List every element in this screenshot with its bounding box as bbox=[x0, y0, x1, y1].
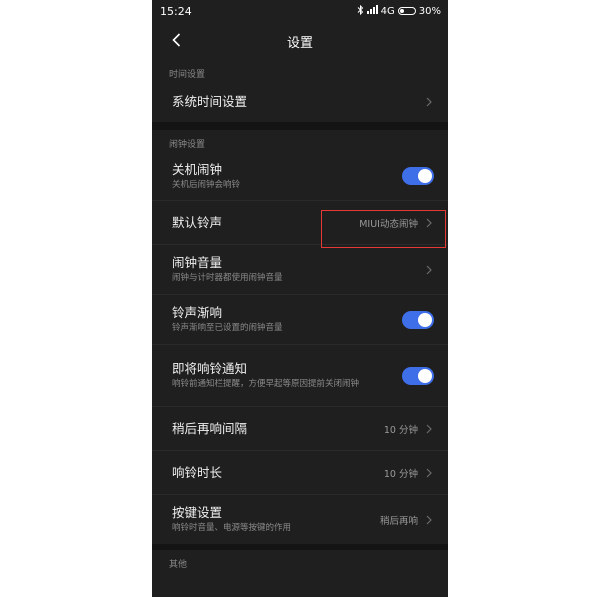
chevron-right-icon bbox=[426, 96, 434, 108]
row-value: 稍后再响 bbox=[379, 515, 418, 527]
row-text: 稍后再响间隔 bbox=[172, 421, 384, 437]
row-subtitle: 闹钟与计时器都使用闹钟音量 bbox=[172, 273, 283, 283]
row-title: 稍后再响间隔 bbox=[172, 420, 248, 436]
upcoming-alarm-notification-toggle[interactable] bbox=[402, 366, 434, 385]
toggle-knob bbox=[418, 312, 432, 327]
back-arrow-icon[interactable] bbox=[166, 30, 186, 50]
row-title: 响铃时长 bbox=[172, 464, 223, 480]
row-upcoming-alarm-notification[interactable]: 即将响铃通知 响铃前通知栏提醒，方便早起等原因提前关闭闹钟 bbox=[152, 344, 448, 406]
row-title: 按键设置 bbox=[172, 505, 223, 520]
battery-fill bbox=[399, 9, 404, 13]
chevron-right-icon bbox=[426, 514, 434, 526]
power-off-alarm-toggle[interactable] bbox=[402, 167, 434, 185]
highlight-box bbox=[321, 210, 446, 248]
section-divider bbox=[152, 122, 448, 130]
page-title: 设置 bbox=[286, 35, 313, 51]
row-text: 铃声渐响 铃声渐响至已设置的闹钟音量 bbox=[172, 305, 402, 334]
row-ring-duration[interactable]: 响铃时长 10 分钟 bbox=[152, 450, 448, 494]
signal-icon bbox=[366, 5, 378, 17]
battery-icon bbox=[397, 7, 416, 15]
row-value: 10 分钟 bbox=[383, 424, 418, 436]
row-power-off-alarm[interactable]: 关机闹钟 关机后闹钟会响铃 bbox=[152, 152, 448, 200]
chevron-right-icon bbox=[426, 423, 434, 435]
ringtone-crescendo-toggle[interactable] bbox=[402, 310, 434, 329]
network-type: 4G bbox=[380, 5, 395, 17]
row-snooze-interval[interactable]: 稍后再响间隔 10 分钟 bbox=[152, 406, 448, 450]
phone-screen: 15:24 4G 30% 设置 时间设置 系统时间设置 闹钟设置 关机闹钟 关机… bbox=[152, 0, 448, 597]
chevron-right-icon bbox=[426, 264, 434, 276]
section-label-other: 其他 bbox=[169, 560, 188, 570]
row-alarm-volume[interactable]: 闹钟音量 闹钟与计时器都使用闹钟音量 bbox=[152, 244, 448, 294]
row-subtitle: 响铃时音量、电源等按键的作用 bbox=[172, 523, 292, 533]
battery-percent: 30% bbox=[418, 5, 441, 17]
section-label-alarm: 闹钟设置 bbox=[169, 140, 206, 150]
row-title: 闹钟音量 bbox=[172, 255, 223, 270]
row-text: 关机闹钟 关机后闹钟会响铃 bbox=[172, 162, 402, 191]
row-title: 铃声渐响 bbox=[172, 305, 223, 320]
row-button-settings[interactable]: 按键设置 响铃时音量、电源等按键的作用 稍后再响 bbox=[152, 494, 448, 544]
row-ringtone-crescendo[interactable]: 铃声渐响 铃声渐响至已设置的闹钟音量 bbox=[152, 294, 448, 344]
status-bar: 15:24 4G 30% bbox=[152, 0, 448, 22]
row-title: 系统时间设置 bbox=[172, 94, 248, 109]
row-text: 按键设置 响铃时音量、电源等按键的作用 bbox=[172, 505, 380, 534]
row-text: 系统时间设置 bbox=[172, 94, 426, 110]
row-text: 闹钟音量 闹钟与计时器都使用闹钟音量 bbox=[172, 255, 426, 284]
bluetooth-icon bbox=[357, 4, 364, 18]
row-subtitle: 关机后闹钟会响铃 bbox=[172, 179, 241, 190]
row-title: 关机闹钟 bbox=[172, 161, 223, 177]
chevron-right-icon bbox=[426, 467, 434, 479]
row-subtitle: 响铃前通知栏提醒，方便早起等原因提前关闭闹钟 bbox=[172, 379, 360, 389]
row-title: 即将响铃通知 bbox=[172, 361, 248, 376]
toggle-knob bbox=[418, 169, 432, 183]
row-text: 响铃时长 bbox=[172, 465, 384, 481]
row-subtitle: 铃声渐响至已设置的闹钟音量 bbox=[172, 323, 283, 333]
status-icons: 4G 30% bbox=[357, 4, 441, 18]
title-bar: 设置 bbox=[152, 22, 448, 60]
section-label-time: 时间设置 bbox=[169, 70, 206, 80]
row-system-time[interactable]: 系统时间设置 bbox=[152, 82, 448, 122]
row-value: 10 分钟 bbox=[383, 468, 418, 480]
row-text: 即将响铃通知 响铃前通知栏提醒，方便早起等原因提前关闭闹钟 bbox=[172, 361, 402, 390]
toggle-knob bbox=[418, 368, 432, 383]
status-time: 15:24 bbox=[160, 4, 192, 18]
